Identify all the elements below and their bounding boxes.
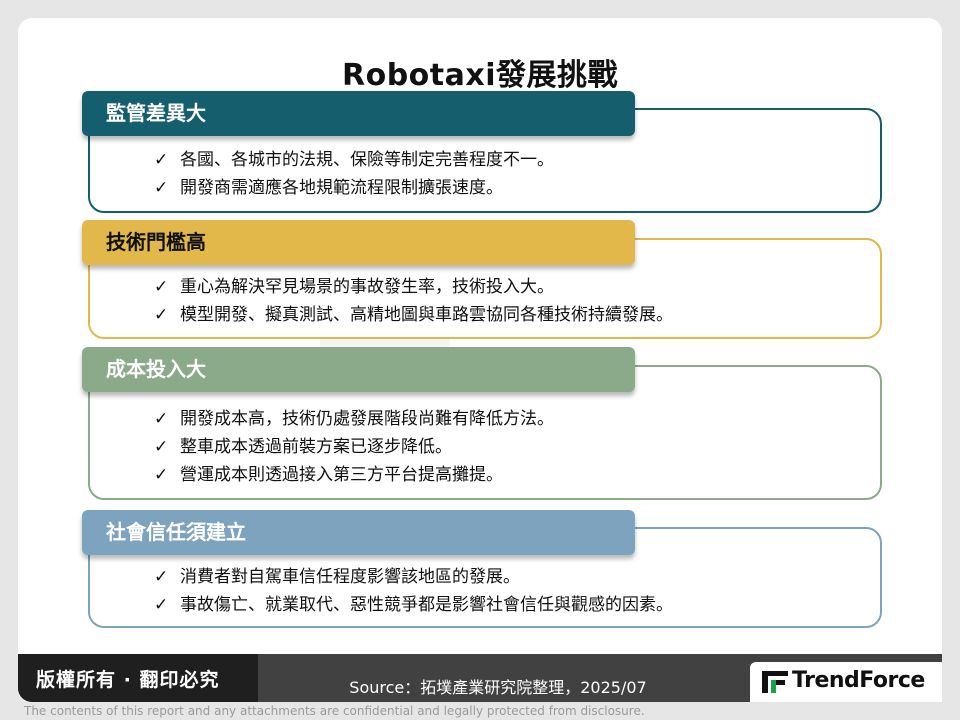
- check-icon: ✓: [154, 178, 169, 198]
- section-trust: 社會信任須建立 ✓ 消費者對自駕車信任程度影響該地區的發展。 ✓ 事故傷亡、就業取代…: [82, 510, 882, 628]
- list-item: ✓ 整車成本透過前裝方案已逐步降低。: [154, 433, 554, 461]
- list-item-text: 各國、各城市的法規、保險等制定完善程度不一。: [180, 150, 554, 170]
- section-cost: 成本投入大 ✓ 開發成本高，技術仍處發展階段尚難有降低方法。 ✓ 整車成本透過前裝方…: [82, 347, 882, 500]
- bullet-list: ✓ 開發成本高，技術仍處發展階段尚難有降低方法。 ✓ 整車成本透過前裝方案已逐步降低…: [154, 405, 554, 489]
- list-item: ✓ 開發商需適應各地規範流程限制擴張速度。: [154, 174, 554, 202]
- bullet-list: ✓ 重心為解決罕見場景的事故發生率，技術投入大。 ✓ 模型開發、擬真測試、高精地圖與…: [154, 273, 673, 329]
- disclaimer-text: The contents of this report and any atta…: [24, 704, 645, 718]
- list-item-text: 開發成本高，技術仍處發展階段尚難有降低方法。: [180, 409, 554, 429]
- slide-title: Robotaxi發展挑戰: [341, 58, 618, 93]
- list-item-text: 重心為解決罕見場景的事故發生率，技術投入大。: [180, 277, 554, 297]
- check-icon: ✓: [154, 437, 169, 457]
- section-heading: 技術門檻高: [82, 220, 635, 265]
- list-item-text: 消費者對自駕車信任程度影響該地區的發展。: [180, 567, 520, 587]
- list-item-text: 整車成本透過前裝方案已逐步降低。: [180, 437, 452, 457]
- bullet-list: ✓ 消費者對自駕車信任程度影響該地區的發展。 ✓ 事故傷亡、就業取代、惡性競爭都是影…: [154, 563, 673, 619]
- list-item-text: 模型開發、擬真測試、高精地圖與車路雲協同各種技術持續發展。: [180, 305, 673, 325]
- list-item: ✓ 開發成本高，技術仍處發展階段尚難有降低方法。: [154, 405, 554, 433]
- list-item-text: 開發商需適應各地規範流程限制擴張速度。: [180, 178, 503, 198]
- list-item: ✓ 營運成本則透過接入第三方平台提高攤提。: [154, 461, 554, 489]
- list-item: ✓ 各國、各城市的法規、保險等制定完善程度不一。: [154, 146, 554, 174]
- list-item: ✓ 重心為解決罕見場景的事故發生率，技術投入大。: [154, 273, 673, 301]
- check-icon: ✓: [154, 305, 169, 325]
- section-heading: 社會信任須建立: [82, 510, 635, 555]
- check-icon: ✓: [154, 595, 169, 615]
- check-icon: ✓: [154, 150, 169, 170]
- trendforce-logo-icon: [762, 671, 788, 693]
- logo-wordmark: TrendForce: [792, 668, 925, 693]
- list-item-text: 營運成本則透過接入第三方平台提高攤提。: [180, 465, 503, 485]
- section-regulation: 監管差異大 ✓ 各國、各城市的法規、保險等制定完善程度不一。 ✓ 開發商需適應各地規…: [82, 91, 882, 213]
- list-item: ✓ 消費者對自駕車信任程度影響該地區的發展。: [154, 563, 673, 591]
- check-icon: ✓: [154, 465, 169, 485]
- section-heading: 監管差異大: [82, 91, 635, 136]
- section-heading: 成本投入大: [82, 347, 635, 392]
- section-technology: 技術門檻高 ✓ 重心為解決罕見場景的事故發生率，技術投入大。 ✓ 模型開發、擬真測試…: [82, 220, 882, 339]
- check-icon: ✓: [154, 409, 169, 429]
- list-item: ✓ 模型開發、擬真測試、高精地圖與車路雲協同各種技術持續發展。: [154, 301, 673, 329]
- list-item: ✓ 事故傷亡、就業取代、惡性競爭都是影響社會信任與觀感的因素。: [154, 591, 673, 619]
- check-icon: ✓: [154, 277, 169, 297]
- list-item-text: 事故傷亡、就業取代、惡性競爭都是影響社會信任與觀感的因素。: [180, 595, 673, 615]
- check-icon: ✓: [154, 567, 169, 587]
- bullet-list: ✓ 各國、各城市的法規、保險等制定完善程度不一。 ✓ 開發商需適應各地規範流程限制擴…: [154, 146, 554, 202]
